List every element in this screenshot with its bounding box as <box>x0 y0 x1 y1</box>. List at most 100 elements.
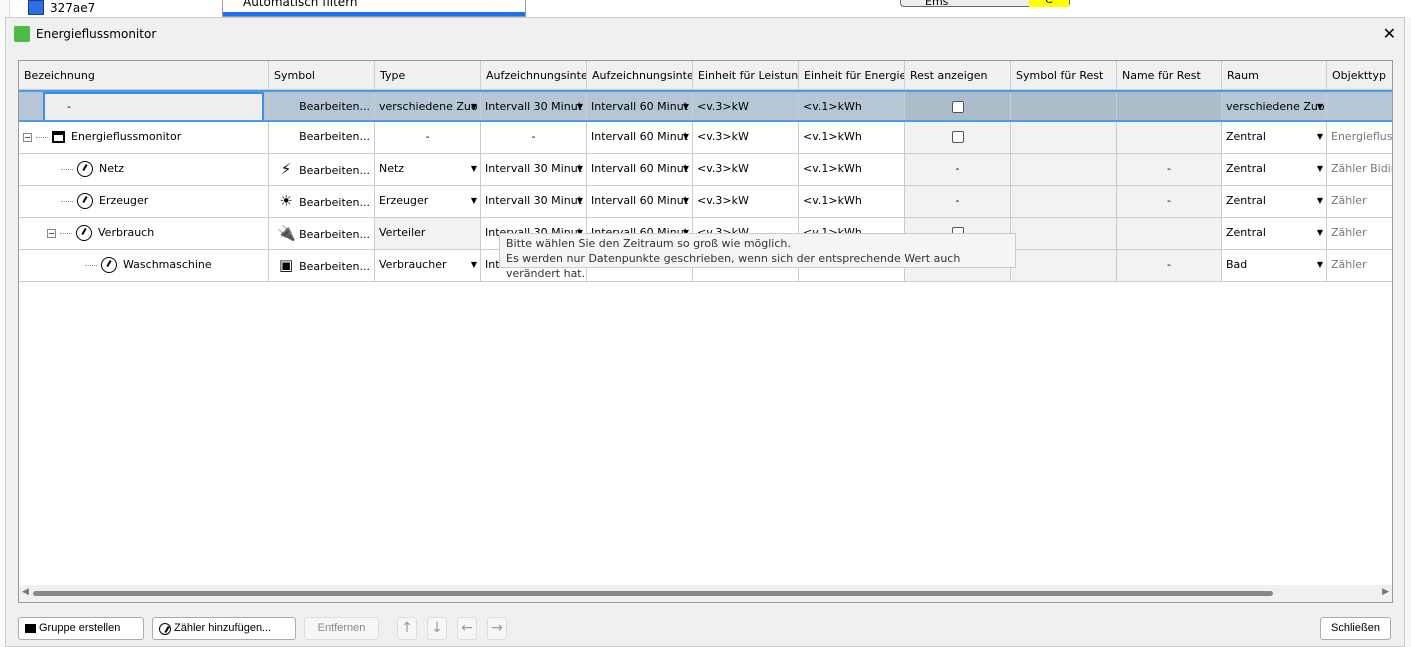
name-cell[interactable]: Erzeuger <box>19 186 269 217</box>
dropdown-arrow-icon[interactable]: ▼ <box>577 92 583 120</box>
type-dropdown[interactable]: Netz ▼ <box>375 154 481 185</box>
column-header[interactable]: Aufzeichnungsintervall <box>587 61 693 89</box>
dropdown-arrow-icon[interactable]: ▼ <box>471 186 477 216</box>
type-dropdown[interactable]: verschiedene Zuo ▼ <box>375 92 481 120</box>
name-cell[interactable]: − Energieflussmonitor <box>19 122 269 153</box>
rest-symbol-cell[interactable] <box>1011 154 1117 185</box>
show-rest-cell[interactable]: - <box>905 186 1011 217</box>
dropdown-arrow-icon[interactable]: ▼ <box>1317 92 1323 120</box>
column-header[interactable]: Raum <box>1222 61 1327 89</box>
object-type-cell[interactable]: Zähler <box>1327 250 1392 281</box>
background-filter-checkbox[interactable]: Automatisch filtern <box>222 0 526 17</box>
power-unit-field[interactable]: <v.3>kW <box>693 122 799 153</box>
show-rest-cell[interactable] <box>905 122 1011 153</box>
rest-symbol-cell[interactable] <box>1011 122 1117 153</box>
column-header[interactable]: Aufzeichnungsintervall <box>481 61 587 89</box>
dropdown-arrow-icon[interactable]: ▼ <box>683 186 689 216</box>
interval1-dropdown[interactable]: Intervall 30 Minut▼ <box>481 154 587 185</box>
rest-name-cell[interactable]: - <box>1117 186 1222 217</box>
room-dropdown[interactable]: Zentral ▼ <box>1222 154 1327 185</box>
energy-unit-field[interactable]: <v.1>kWh <box>799 92 905 120</box>
rest-symbol-cell[interactable] <box>1011 218 1117 249</box>
rest-name-cell[interactable]: - <box>1117 154 1222 185</box>
dropdown-arrow-icon[interactable]: ▼ <box>471 154 477 184</box>
scroll-right-icon[interactable]: ▶ <box>1382 587 1389 597</box>
symbol-cell[interactable]: Bearbeiten... <box>269 92 375 120</box>
energy-unit-field[interactable]: <v.1>kWh <box>799 154 905 185</box>
energy-unit-field[interactable]: <v.1>kWh <box>799 122 905 153</box>
dropdown-arrow-icon[interactable]: ▼ <box>471 92 477 120</box>
room-dropdown[interactable]: Bad ▼ <box>1222 250 1327 281</box>
type-dropdown[interactable]: Verteiler <box>375 218 481 249</box>
room-dropdown[interactable]: verschiedene Zuo ▼ <box>1222 92 1327 120</box>
dropdown-arrow-icon[interactable]: ▼ <box>1317 218 1323 248</box>
move-left-icon[interactable]: ← <box>457 617 477 640</box>
table-row[interactable]: - Bearbeiten... verschiedene Zuo ▼ Intervall… <box>19 90 1392 122</box>
show-rest-cell[interactable] <box>905 92 1011 120</box>
interval2-dropdown[interactable]: Intervall 60 Minut▼ <box>587 122 693 153</box>
column-header[interactable]: Name für Rest <box>1117 61 1222 89</box>
dropdown-arrow-icon[interactable]: ▼ <box>577 186 583 216</box>
rest-symbol-cell[interactable] <box>1011 250 1117 281</box>
rest-symbol-cell[interactable] <box>1011 92 1117 120</box>
symbol-cell[interactable]: 🔌 Bearbeiten... <box>269 218 375 249</box>
dropdown-arrow-icon[interactable]: ▼ <box>471 250 477 280</box>
show-rest-cell[interactable]: - <box>905 154 1011 185</box>
object-type-cell[interactable]: Energieflussmonitor <box>1327 122 1392 153</box>
column-header[interactable]: Type <box>375 61 481 89</box>
dropdown-arrow-icon[interactable]: ▼ <box>683 154 689 184</box>
create-group-button[interactable]: Gruppe erstellen <box>18 617 144 640</box>
close-button[interactable]: Schließen <box>1320 617 1391 640</box>
rest-symbol-cell[interactable] <box>1011 186 1117 217</box>
table-row[interactable]: Netz ⚡ Bearbeiten... Netz ▼ Intervall 30 Minu… <box>19 154 1392 186</box>
interval2-dropdown[interactable]: Intervall 60 Minut▼ <box>587 186 693 217</box>
power-unit-field[interactable]: <v.3>kW <box>693 154 799 185</box>
name-cell[interactable]: − Verbrauch <box>19 218 269 249</box>
dropdown-arrow-icon[interactable]: ▼ <box>683 92 689 120</box>
remove-button[interactable]: Entfernen <box>304 617 379 640</box>
object-type-cell[interactable]: Zähler Bidirektional <box>1327 154 1392 185</box>
symbol-cell[interactable]: ⚡ Bearbeiten... <box>269 154 375 185</box>
interval2-dropdown[interactable]: Intervall 60 Minut▼ <box>587 154 693 185</box>
show-rest-checkbox[interactable] <box>951 101 964 113</box>
background-list-item[interactable]: 327ae7 <box>28 0 95 15</box>
name-cell[interactable]: Waschmaschine <box>19 250 269 281</box>
dropdown-arrow-icon[interactable]: ▼ <box>1317 154 1323 184</box>
horizontal-scrollbar[interactable]: ◀ ▶ <box>19 585 1392 602</box>
add-meter-button[interactable]: Zähler hinzufügen... <box>152 617 296 640</box>
move-up-icon[interactable]: ↑ <box>397 617 417 640</box>
room-dropdown[interactable]: Zentral ▼ <box>1222 122 1327 153</box>
collapse-icon[interactable]: − <box>23 132 32 142</box>
object-type-cell[interactable]: Zähler <box>1327 218 1392 249</box>
scroll-left-icon[interactable]: ◀ <box>22 587 29 597</box>
table-row[interactable]: − Energieflussmonitor Bearbeiten... - - Inter… <box>19 122 1392 154</box>
type-dropdown[interactable]: Erzeuger ▼ <box>375 186 481 217</box>
interval1-dropdown[interactable]: Intervall 30 Minut▼ <box>481 92 587 120</box>
move-down-icon[interactable]: ↓ <box>427 617 447 640</box>
name-cell[interactable]: Netz <box>19 154 269 185</box>
type-dropdown[interactable]: Verbraucher ▼ <box>375 250 481 281</box>
rest-name-cell[interactable]: - <box>1117 250 1222 281</box>
symbol-cell[interactable]: Bearbeiten... <box>269 122 375 153</box>
column-header[interactable]: Symbol für Rest <box>1011 61 1117 89</box>
column-header[interactable]: Bezeichnung <box>19 61 269 89</box>
object-type-cell[interactable]: Zähler <box>1327 186 1392 217</box>
power-unit-field[interactable]: <v.3>kW <box>693 92 799 120</box>
dropdown-arrow-icon[interactable]: ▼ <box>577 154 583 184</box>
energy-unit-field[interactable]: <v.1>kWh <box>799 186 905 217</box>
dropdown-arrow-icon[interactable]: ▼ <box>683 122 689 152</box>
type-dropdown[interactable]: - <box>375 122 481 153</box>
room-dropdown[interactable]: Zentral ▼ <box>1222 218 1327 249</box>
column-header[interactable]: Rest anzeigen <box>905 61 1011 89</box>
column-header[interactable]: Einheit für Leistung <box>693 61 799 89</box>
dropdown-arrow-icon[interactable]: ▼ <box>1317 122 1323 152</box>
rest-name-cell[interactable] <box>1117 218 1222 249</box>
dropdown-arrow-icon[interactable]: ▼ <box>1317 250 1323 280</box>
show-rest-checkbox[interactable] <box>951 131 964 143</box>
interval2-dropdown[interactable]: Intervall 60 Minut▼ <box>587 92 693 120</box>
room-dropdown[interactable]: Zentral ▼ <box>1222 186 1327 217</box>
column-header[interactable]: Einheit für Energie <box>799 61 905 89</box>
column-header[interactable]: Objekttyp <box>1327 61 1392 89</box>
power-unit-field[interactable]: <v.3>kW <box>693 186 799 217</box>
interval1-dropdown[interactable]: Intervall 30 Minut▼ <box>481 186 587 217</box>
